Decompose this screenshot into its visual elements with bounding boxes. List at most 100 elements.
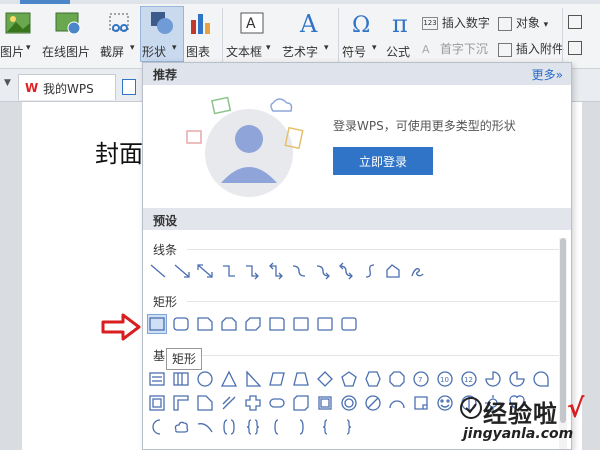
basic-shape-icon[interactable] (148, 370, 166, 388)
wordart-button[interactable]: A 艺术字 ▾ (282, 8, 336, 64)
basic-shape-icon[interactable] (268, 370, 286, 388)
basic-shape-icon[interactable] (292, 370, 310, 388)
basic-shape-icon[interactable] (340, 394, 358, 412)
wps-logo-icon: W (25, 81, 39, 95)
pictures-label: 图片 (0, 45, 25, 59)
attachment-icon (498, 42, 512, 57)
object-button[interactable]: 对象 ▾ (498, 14, 548, 31)
more-link[interactable]: 更多» (532, 66, 563, 83)
basic-shape-icon[interactable] (316, 394, 334, 412)
line-shape-icon[interactable] (243, 262, 261, 280)
basic-shape-icon[interactable] (292, 418, 310, 436)
basic-shape-icon[interactable] (172, 418, 190, 436)
basic-shape-icon[interactable] (484, 370, 502, 388)
basic-shape-icon[interactable] (244, 394, 262, 412)
basic-shape-icon[interactable] (436, 394, 454, 412)
basic-shape-icon[interactable] (172, 370, 190, 388)
basic-shape-icon[interactable]: 7 (412, 370, 430, 388)
rect-variant-shape-icon[interactable] (268, 315, 286, 333)
basic-shape-icon[interactable] (340, 418, 358, 436)
basic-shape-icon[interactable] (412, 394, 430, 412)
basic-shape-icon[interactable] (340, 370, 358, 388)
basic-shape-icon[interactable] (388, 370, 406, 388)
watermark: 经验啦 √ jingyanla.com (455, 394, 600, 450)
basic-shape-icon[interactable] (244, 370, 262, 388)
basic-shape-icon[interactable] (508, 370, 526, 388)
scissors-icon (109, 13, 129, 32)
basic-shape-icon[interactable] (196, 394, 214, 412)
line-shape-icon[interactable] (196, 262, 214, 280)
rectangle-shape-icon[interactable] (147, 314, 167, 334)
online-pictures-label: 在线图片 (42, 45, 91, 59)
avatar-illustration-icon (186, 96, 304, 197)
basic-shape-icon[interactable] (220, 370, 238, 388)
basic-shape-icon[interactable] (268, 418, 286, 436)
object-label: 对象 (515, 16, 540, 30)
recommended-header: 推荐 更多» (143, 63, 571, 85)
online-pictures-button[interactable]: 在线图片 (42, 8, 92, 64)
date-icon[interactable] (568, 14, 582, 29)
basic-shape-icon[interactable] (244, 418, 262, 436)
insert-attachment-label: 插入附件 (515, 42, 564, 56)
line-shape-icon[interactable] (361, 262, 379, 280)
textbox-button[interactable]: A 文本框 ▾ (226, 8, 278, 64)
line-shape-icon[interactable] (408, 262, 426, 280)
basic-shape-icon[interactable] (148, 394, 166, 412)
dropcap-button[interactable]: A 首字下沉 (422, 40, 488, 57)
chevron-down-icon: ▾ (266, 43, 271, 53)
rect-variant-shape-icon[interactable] (340, 315, 358, 333)
basic-shape-icon[interactable] (148, 418, 166, 436)
watermark-title: 经验啦 (483, 400, 558, 428)
basic-shape-icon[interactable] (196, 370, 214, 388)
basic-shape-icon[interactable] (172, 394, 190, 412)
rect-variant-shape-icon[interactable] (172, 315, 190, 333)
rect-variant-shape-icon[interactable] (244, 315, 262, 333)
ribbon-tab-strip (0, 0, 600, 4)
red-arrow-icon (101, 313, 141, 341)
basic-shape-icon[interactable] (220, 418, 238, 436)
screenshot-button[interactable]: 截屏 ▾ (100, 8, 140, 64)
basic-shape-icon[interactable] (364, 394, 382, 412)
line-shape-icon[interactable] (173, 262, 191, 280)
textbox-icon: A (240, 12, 264, 34)
symbol-button[interactable]: Ω 符号 ▾ (342, 8, 382, 64)
pictures-button[interactable]: 图片 ▾ (0, 8, 36, 64)
chart-button[interactable]: 图表 (186, 8, 218, 64)
rect-variant-shape-icon[interactable] (196, 315, 214, 333)
textbox-label: 文本框 (226, 45, 263, 59)
document-tab-icon[interactable] (122, 79, 136, 95)
group-divider (187, 249, 559, 250)
basic-shape-icon[interactable] (292, 394, 310, 412)
line-shape-icon[interactable] (337, 262, 355, 280)
tab-my-wps[interactable]: W 我的WPS (18, 74, 116, 100)
line-shape-icon[interactable] (314, 262, 332, 280)
tab-menu-chevron-icon[interactable]: ▼ (4, 78, 11, 88)
basic-shape-icon[interactable] (532, 370, 550, 388)
basic-shape-icon[interactable] (388, 394, 406, 412)
line-shape-icon[interactable] (220, 262, 238, 280)
basic-shape-icon[interactable] (316, 418, 334, 436)
rect-variant-shape-icon[interactable] (220, 315, 238, 333)
line-shape-icon[interactable] (384, 262, 402, 280)
login-button[interactable]: 立即登录 (333, 147, 433, 175)
rect-variant-shape-icon[interactable] (316, 315, 334, 333)
basic-shape-icon[interactable] (196, 418, 214, 436)
basic-shape-icon[interactable] (316, 370, 334, 388)
ribbon-separator (222, 8, 223, 62)
insert-attachment-button[interactable]: 插入附件 (498, 40, 564, 57)
line-shape-icon[interactable] (267, 262, 285, 280)
online-picture-icon (55, 12, 81, 35)
basic-shape-icon[interactable] (364, 370, 382, 388)
basic-shape-icon[interactable]: 10 (436, 370, 454, 388)
basic-shape-icon[interactable] (268, 394, 286, 412)
field-icon[interactable] (568, 40, 582, 55)
formula-button[interactable]: π 公式 (386, 8, 418, 64)
insert-number-button[interactable]: 123 插入数字 (422, 14, 490, 31)
basic-shape-icon[interactable] (220, 394, 238, 412)
line-shape-icon[interactable] (149, 262, 167, 280)
shapes-button[interactable]: 形状 ▾ (142, 8, 182, 64)
line-shape-icon[interactable] (290, 262, 308, 280)
rect-variant-shape-icon[interactable] (292, 315, 310, 333)
basic-shape-icon[interactable]: 12 (460, 370, 478, 388)
svg-text:Ω: Ω (352, 13, 370, 36)
